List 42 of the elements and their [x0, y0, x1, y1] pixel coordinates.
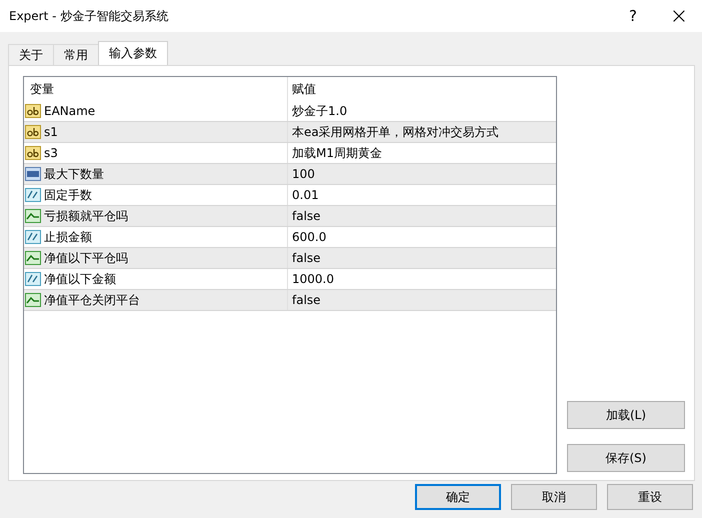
parameter-value[interactable]: 0.01 — [288, 185, 556, 205]
column-header[interactable]: 变量 — [24, 77, 288, 101]
integer-type-icon — [25, 167, 41, 181]
parameter-value[interactable]: 100 — [288, 164, 556, 184]
boolean-type-icon — [25, 251, 41, 265]
dialog-button[interactable]: 重设 — [607, 484, 693, 510]
parameter-name: 止损金额 — [44, 228, 92, 246]
parameter-name: s3 — [44, 146, 58, 160]
parameter-name: 净值平仓关闭平台 — [44, 292, 140, 308]
parameter-value[interactable]: 本ea采用网格开单，网格对冲交易方式 — [288, 122, 556, 142]
parameter-name: 净值以下金额 — [44, 270, 116, 288]
tab[interactable]: 关于 — [8, 44, 54, 65]
parameter-name: s1 — [44, 125, 58, 139]
parameter-name: 亏损额就平仓吗 — [44, 208, 128, 224]
column-header[interactable]: 赋值 — [288, 77, 556, 101]
boolean-type-icon — [25, 209, 41, 223]
text-type-icon — [25, 125, 41, 139]
fraction-type-icon — [25, 272, 41, 286]
parameter-name: 最大下数量 — [44, 166, 104, 182]
side-button[interactable]: 加载(L) — [567, 401, 685, 429]
dialog-button[interactable]: 取消 — [511, 484, 597, 510]
text-type-icon — [25, 104, 41, 118]
fraction-type-icon — [25, 188, 41, 202]
parameter-value[interactable]: 加载M1周期黄金 — [288, 143, 556, 163]
close-button[interactable]: × — [656, 0, 702, 32]
fraction-type-icon — [25, 230, 41, 244]
parameter-value[interactable]: false — [288, 290, 556, 310]
dialog-button[interactable]: 确定 — [415, 484, 501, 510]
parameter-name: 固定手数 — [44, 186, 92, 204]
parameter-value[interactable]: false — [288, 206, 556, 226]
side-button[interactable]: 保存(S) — [567, 444, 685, 472]
parameter-name: EAName — [44, 104, 96, 118]
tab[interactable]: 输入参数 — [98, 41, 168, 65]
parameter-value[interactable]: false — [288, 248, 556, 268]
boolean-type-icon — [25, 293, 41, 307]
parameter-value[interactable]: 1000.0 — [288, 269, 556, 289]
window-title: Expert - 炒金子智能交易系统 — [9, 8, 170, 24]
parameter-name: 净值以下平仓吗 — [44, 250, 128, 266]
text-type-icon — [25, 146, 41, 160]
parameter-value[interactable]: 600.0 — [288, 227, 556, 247]
parameter-value[interactable]: 炒金子1.0 — [288, 101, 556, 121]
help-button[interactable]: ? — [610, 0, 656, 32]
